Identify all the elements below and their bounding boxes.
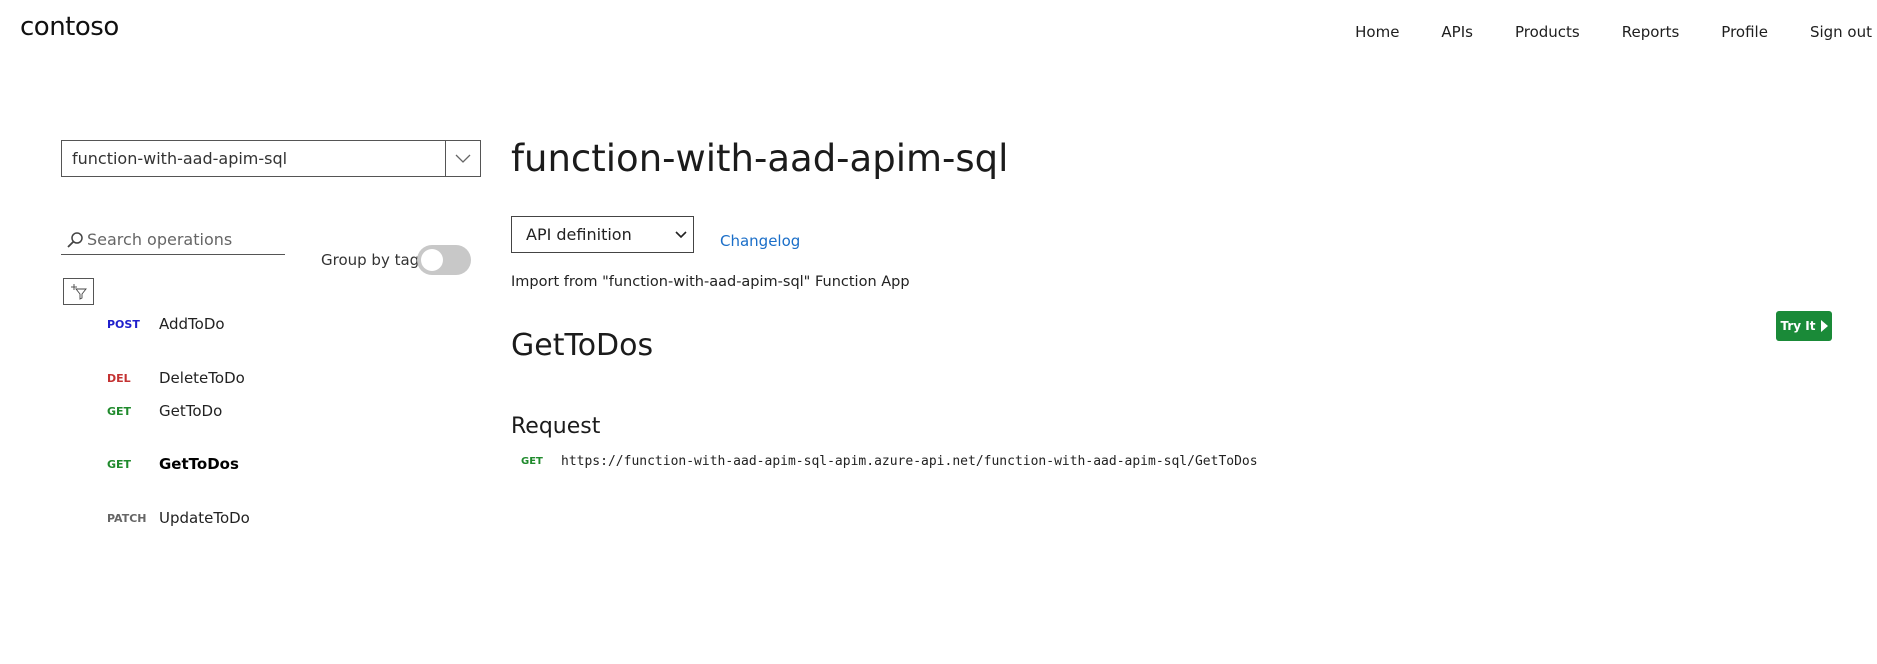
group-by-tag-toggle[interactable] bbox=[417, 245, 471, 275]
request-line: GET https://function-with-aad-apim-sql-a… bbox=[521, 454, 1258, 469]
search-box bbox=[61, 225, 285, 255]
try-it-button[interactable]: Try It bbox=[1776, 311, 1832, 341]
nav-home[interactable]: Home bbox=[1355, 23, 1399, 41]
operation-name: AddToDo bbox=[159, 315, 225, 333]
operation-name: UpdateToDo bbox=[159, 509, 250, 527]
operation-name: DeleteToDo bbox=[159, 369, 245, 387]
try-it-label: Try It bbox=[1780, 319, 1816, 333]
api-description: Import from "function-with-aad-apim-sql"… bbox=[511, 274, 910, 290]
changelog-link[interactable]: Changelog bbox=[720, 232, 800, 250]
chevron-down-icon bbox=[675, 230, 687, 238]
operation-item[interactable]: GET GetToDo bbox=[107, 402, 222, 420]
request-url: https://function-with-aad-apim-sql-apim.… bbox=[561, 454, 1258, 469]
request-heading: Request bbox=[511, 414, 601, 439]
nav-apis[interactable]: APIs bbox=[1441, 23, 1473, 41]
method-badge: GET bbox=[107, 457, 132, 471]
method-badge: DEL bbox=[107, 371, 131, 385]
operation-item[interactable]: PATCH UpdateToDo bbox=[107, 509, 250, 527]
nav-products[interactable]: Products bbox=[1515, 23, 1580, 41]
api-selector[interactable]: function-with-aad-apim-sql bbox=[61, 140, 481, 177]
nav-profile[interactable]: Profile bbox=[1721, 23, 1768, 41]
group-by-tag-label: Group by tag bbox=[321, 251, 420, 269]
method-badge: PATCH bbox=[107, 511, 147, 525]
operation-item[interactable]: DEL DeleteToDo bbox=[107, 369, 245, 387]
top-nav: Home APIs Products Reports Profile Sign … bbox=[1313, 23, 1872, 41]
nav-sign-out[interactable]: Sign out bbox=[1810, 23, 1872, 41]
operation-name: GetToDos bbox=[159, 455, 239, 473]
method-badge: POST bbox=[107, 317, 140, 331]
search-input[interactable] bbox=[87, 230, 277, 249]
logo[interactable]: contoso bbox=[20, 12, 119, 42]
play-icon bbox=[1820, 320, 1828, 332]
operation-name: GetToDo bbox=[159, 402, 223, 420]
operation-item-active[interactable]: GET GetToDos bbox=[107, 455, 239, 473]
chevron-down-icon[interactable] bbox=[445, 141, 480, 176]
toggle-knob bbox=[421, 249, 443, 271]
operation-item[interactable]: POST AddToDo bbox=[107, 315, 225, 333]
operation-title: GetToDos bbox=[511, 328, 654, 363]
api-selector-value: function-with-aad-apim-sql bbox=[72, 149, 288, 168]
request-method: GET bbox=[521, 456, 543, 467]
nav-reports[interactable]: Reports bbox=[1622, 23, 1680, 41]
definition-select[interactable]: API definition bbox=[511, 216, 694, 253]
definition-select-value: API definition bbox=[526, 225, 632, 244]
filter-icon bbox=[70, 283, 87, 300]
page-title: function-with-aad-apim-sql bbox=[511, 137, 1009, 180]
method-badge: GET bbox=[107, 404, 132, 418]
search-icon bbox=[65, 230, 85, 250]
filter-button[interactable] bbox=[63, 278, 94, 305]
